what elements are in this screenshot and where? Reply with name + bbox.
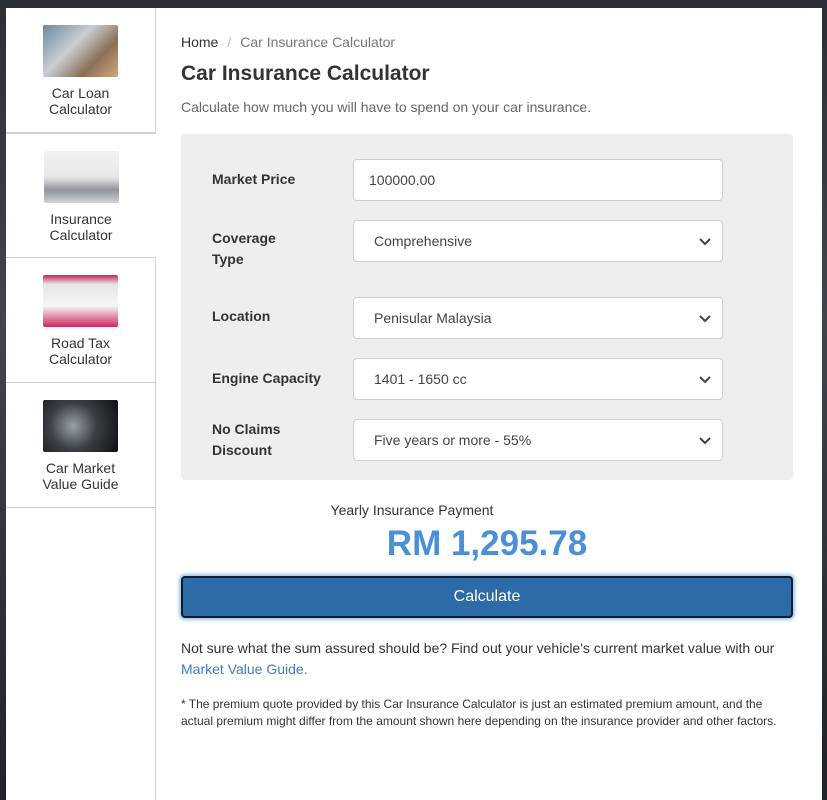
market-price-row: Market Price 100000.00 xyxy=(212,159,723,201)
breadcrumb-separator: / xyxy=(227,34,232,50)
market-price-input[interactable]: 100000.00 xyxy=(353,159,723,201)
ncd-select[interactable]: Five years or more - 55% xyxy=(353,419,723,461)
note-text: Not sure what the sum assured should be?… xyxy=(181,640,775,656)
chevron-down-icon xyxy=(699,238,711,246)
coverage-type-label: Coverage Type xyxy=(212,230,276,267)
road-tax-disc-image xyxy=(43,275,118,327)
breadcrumb: Home / Car Insurance Calculator xyxy=(181,34,793,50)
coverage-type-value: Comprehensive xyxy=(374,233,473,249)
result-section: Yearly Insurance Payment RM 1,295.78 xyxy=(181,502,793,564)
engine-capacity-label: Engine Capacity xyxy=(212,370,321,386)
ncd-row: No Claims Discount Five years or more - … xyxy=(212,419,723,461)
calculator-form: Market Price 100000.00 Coverage Type Com… xyxy=(181,134,793,480)
engine-capacity-row: Engine Capacity 1401 - 1650 cc xyxy=(212,358,723,400)
chevron-down-icon xyxy=(699,437,711,445)
coverage-type-row: Coverage Type Comprehensive xyxy=(212,220,723,270)
result-value: RM 1,295.78 xyxy=(386,524,588,563)
sidebar-item-label: Car Market Value Guide xyxy=(42,460,119,492)
car-headlight-image xyxy=(43,400,118,452)
location-row: Location Penisular Malaysia xyxy=(212,297,723,339)
ncd-value: Five years or more - 55% xyxy=(374,432,532,448)
market-price-value: 100000.00 xyxy=(369,172,436,188)
market-price-label: Market Price xyxy=(212,171,296,187)
location-value: Penisular Malaysia xyxy=(374,310,492,326)
sidebar-item-label: Insurance Calculator xyxy=(49,211,113,243)
coverage-type-select[interactable]: Comprehensive xyxy=(353,220,723,262)
breadcrumb-home-link[interactable]: Home xyxy=(181,34,218,50)
sidebar-item-label: Car Loan Calculator xyxy=(48,85,113,117)
market-value-note: Not sure what the sum assured should be?… xyxy=(181,638,793,680)
engine-capacity-select[interactable]: 1401 - 1650 cc xyxy=(353,358,723,400)
engine-capacity-value: 1401 - 1650 cc xyxy=(374,371,467,387)
calculate-button[interactable]: Calculate xyxy=(181,576,793,618)
chevron-down-icon xyxy=(699,376,711,384)
chevron-down-icon xyxy=(699,315,711,323)
disclaimer: * The premium quote provided by this Car… xyxy=(181,697,777,728)
insured-car-image xyxy=(43,151,119,203)
ncd-label: No Claims Discount xyxy=(212,421,281,458)
page-title: Car Insurance Calculator xyxy=(181,62,430,85)
breadcrumb-current: Car Insurance Calculator xyxy=(240,34,396,50)
location-select[interactable]: Penisular Malaysia xyxy=(353,297,723,339)
result-label: Yearly Insurance Payment xyxy=(330,502,494,518)
sidebar-item-car-loan[interactable]: Car Loan Calculator xyxy=(6,8,155,133)
sidebar: Car Loan Calculator Insurance Calculator… xyxy=(6,8,156,800)
calculator-image xyxy=(43,25,118,77)
sidebar-item-road-tax[interactable]: Road Tax Calculator xyxy=(6,258,155,383)
sidebar-item-label: Road Tax Calculator xyxy=(48,335,113,367)
main-content: Home / Car Insurance Calculator Car Insura… xyxy=(181,8,793,730)
location-label: Location xyxy=(212,308,271,324)
page-subtitle: Calculate how much you will have to spen… xyxy=(181,99,592,115)
market-value-guide-link[interactable]: Market Value Guide. xyxy=(181,661,308,677)
sidebar-item-market-value[interactable]: Car Market Value Guide xyxy=(6,383,155,508)
app-window: Car Loan Calculator Insurance Calculator… xyxy=(6,8,822,800)
sidebar-item-insurance[interactable]: Insurance Calculator xyxy=(6,133,156,258)
